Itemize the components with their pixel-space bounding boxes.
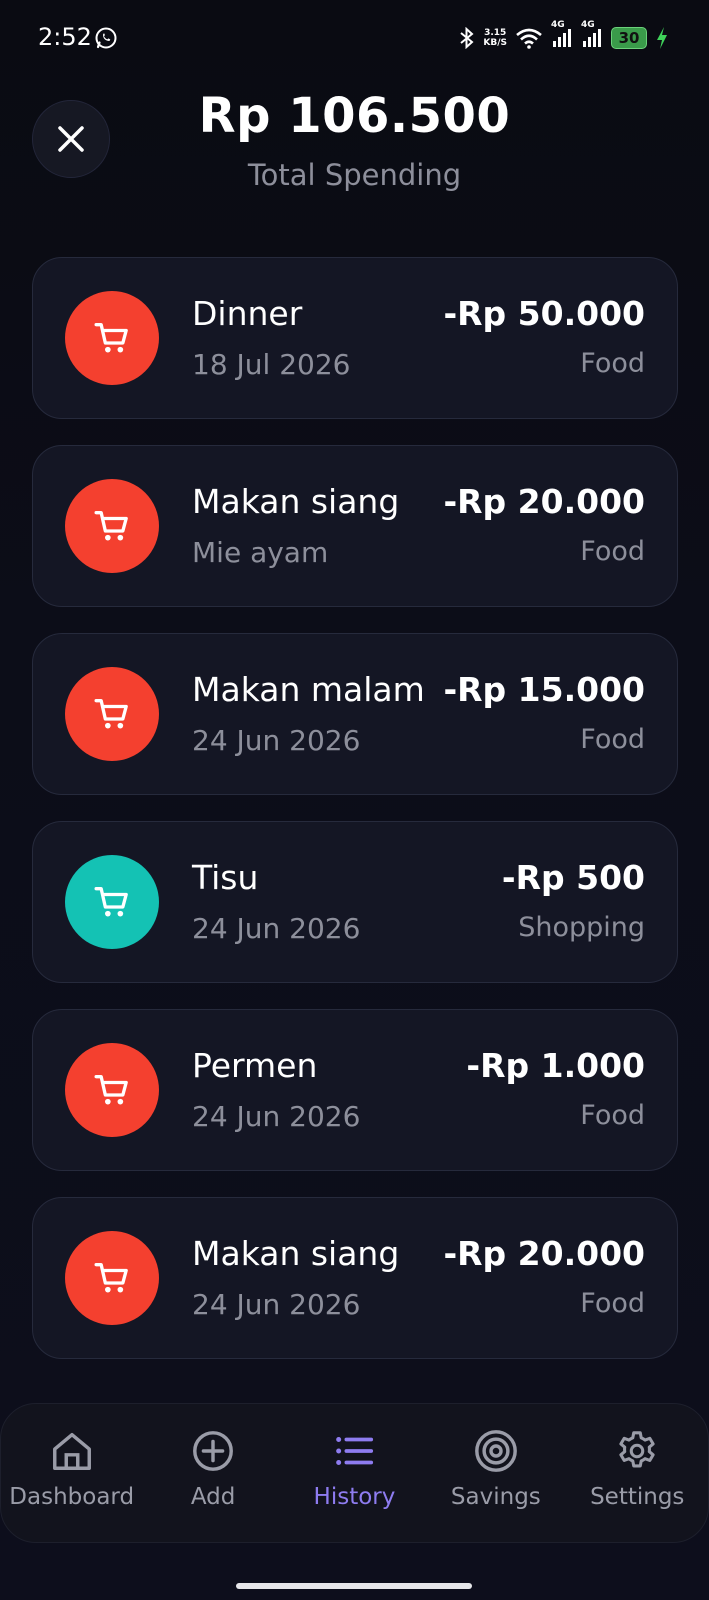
transaction-amount: -Rp 50.000 — [443, 294, 645, 333]
transaction-amount: -Rp 15.000 — [443, 670, 645, 709]
transaction-subtitle: 24 Jun 2026 — [192, 1288, 361, 1321]
transaction-card[interactable]: Tisu 24 Jun 2026 -Rp 500 Shopping — [32, 821, 678, 983]
home-icon — [52, 1432, 91, 1470]
transaction-title: Makan malam — [192, 670, 425, 709]
wifi-icon — [516, 28, 542, 49]
shopping-cart-icon — [94, 699, 128, 729]
transaction-category: Food — [580, 724, 645, 755]
signal-1: 4G — [551, 20, 573, 51]
nav-item-settings[interactable]: Settings — [567, 1404, 707, 1542]
battery-indicator: 30 — [611, 27, 647, 49]
target-icon — [474, 1430, 517, 1472]
transaction-title: Dinner — [192, 294, 303, 333]
status-time: 2:52 — [38, 23, 92, 51]
gear-icon — [619, 1431, 655, 1468]
status-icons: 3.15 KB/S 4G 4G 30 — [459, 20, 669, 52]
total-spending-amount: Rp 106.500 — [198, 88, 511, 144]
transaction-list: Dinner 18 Jul 2026 -Rp 50.000 Food Makan… — [32, 257, 678, 1385]
transaction-subtitle: Mie ayam — [192, 536, 329, 569]
transaction-title: Tisu — [192, 858, 259, 897]
transaction-subtitle: 24 Jun 2026 — [192, 724, 361, 757]
category-icon-circle — [65, 1043, 159, 1137]
category-icon-circle — [65, 855, 159, 949]
category-icon-circle — [65, 479, 159, 573]
nav-item-add[interactable]: Add — [143, 1404, 283, 1542]
transaction-category: Food — [580, 1288, 645, 1319]
transaction-category: Food — [580, 1100, 645, 1131]
nav-item-savings[interactable]: Savings — [426, 1404, 566, 1542]
whatsapp-icon — [95, 27, 117, 49]
bluetooth-icon — [460, 27, 474, 49]
shopping-cart-icon — [94, 1075, 128, 1105]
shopping-cart-icon — [94, 323, 128, 353]
category-icon-circle — [65, 1231, 159, 1325]
shopping-cart-icon — [94, 1263, 128, 1293]
transaction-amount: -Rp 500 — [501, 858, 645, 897]
home-indicator[interactable] — [236, 1583, 472, 1589]
nav-label: Savings — [450, 1484, 541, 1510]
net-speed: 3.15 KB/S — [483, 28, 507, 48]
shopping-cart-icon — [94, 510, 128, 541]
transaction-card[interactable]: Makan siang Mie ayam -Rp 20.000 Food — [32, 445, 678, 607]
plus-circle-icon — [193, 1431, 234, 1471]
transaction-card[interactable]: Makan siang 24 Jun 2026 -Rp 20.000 Food — [32, 1197, 678, 1359]
category-icon-circle — [65, 667, 159, 761]
transaction-amount: -Rp 20.000 — [443, 1234, 645, 1273]
nav-item-history[interactable]: History — [284, 1404, 424, 1542]
category-icon-circle — [65, 291, 159, 385]
transaction-category: Food — [580, 348, 645, 379]
list-icon — [336, 1437, 374, 1465]
nav-label: Add — [190, 1484, 236, 1510]
nav-label: History — [313, 1484, 396, 1510]
nav-label: Settings — [590, 1484, 685, 1510]
transaction-subtitle: 18 Jul 2026 — [192, 348, 351, 381]
status-bar: 2:52 3.15 KB/S 4G 4G 30 — [0, 0, 709, 76]
bottom-nav: Dashboard Add History Savings Settings — [0, 1403, 709, 1543]
nav-item-dashboard[interactable]: Dashboard — [2, 1404, 142, 1542]
transaction-card[interactable]: Makan malam 24 Jun 2026 -Rp 15.000 Food — [32, 633, 678, 795]
transaction-subtitle: 24 Jun 2026 — [192, 912, 361, 945]
transaction-title: Makan siang — [192, 1234, 400, 1273]
transaction-card[interactable]: Dinner 18 Jul 2026 -Rp 50.000 Food — [32, 257, 678, 419]
signal-2: 4G — [581, 20, 603, 51]
nav-label: Dashboard — [9, 1484, 135, 1510]
shopping-cart-icon — [94, 887, 128, 917]
transaction-subtitle: 24 Jun 2026 — [192, 1100, 361, 1133]
total-spending-label: Total Spending — [247, 158, 462, 192]
charging-icon — [657, 27, 667, 49]
transaction-title: Makan siang — [192, 482, 400, 521]
transaction-card[interactable]: Permen 24 Jun 2026 -Rp 1.000 Food — [32, 1009, 678, 1171]
transaction-title: Permen — [192, 1046, 318, 1085]
transaction-category: Shopping — [518, 912, 645, 943]
transaction-category: Food — [580, 536, 645, 567]
transaction-amount: -Rp 20.000 — [443, 482, 645, 521]
transaction-amount: -Rp 1.000 — [466, 1046, 645, 1085]
